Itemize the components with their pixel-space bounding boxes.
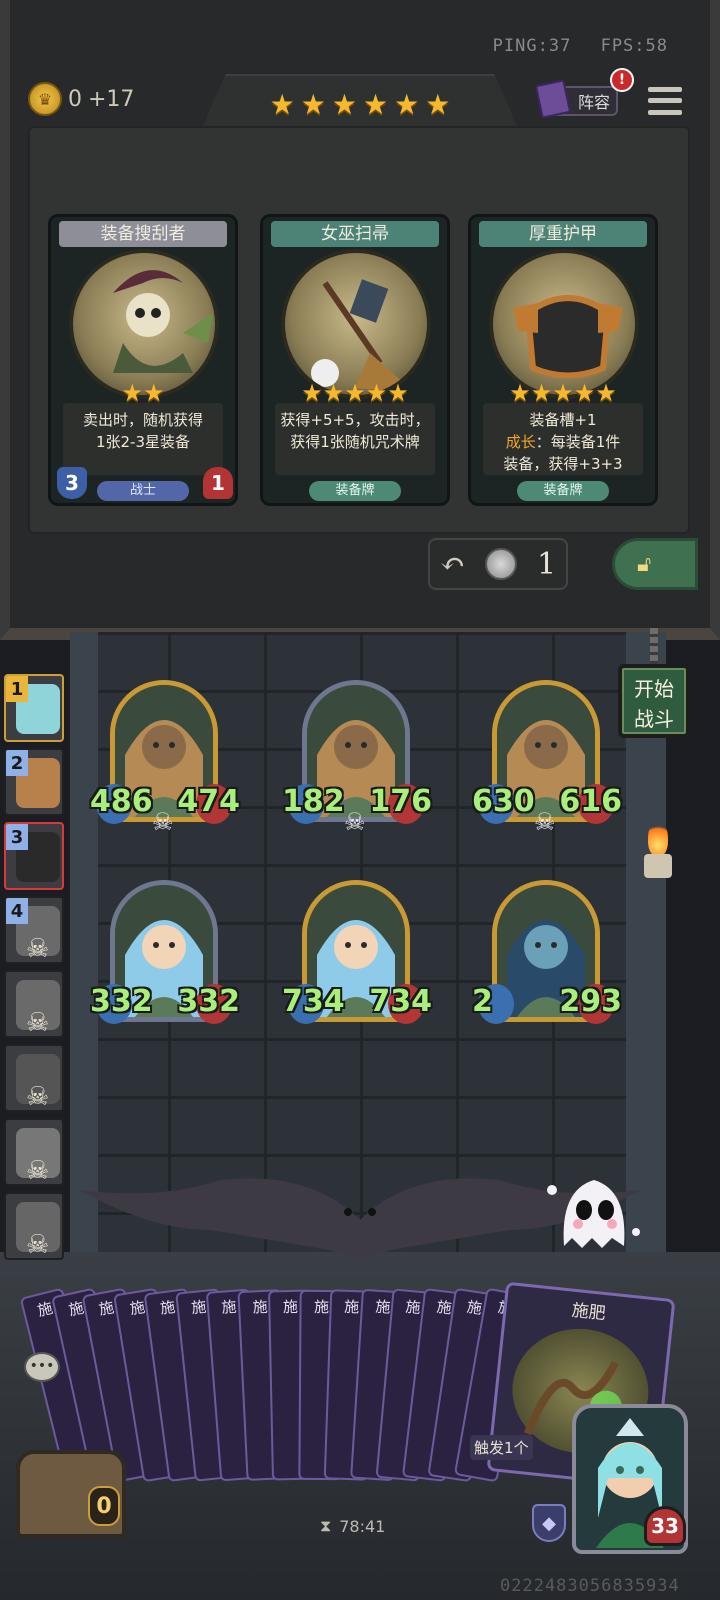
- gold-income: +17: [88, 86, 135, 112]
- board-unit[interactable]: 734 734: [282, 880, 432, 1030]
- unit-health: 734: [369, 984, 432, 1019]
- star-icon: ★: [425, 87, 451, 121]
- skull-icon: ☠: [26, 934, 50, 964]
- star-icon: ★: [331, 87, 357, 121]
- shield-icon[interactable]: ◆: [532, 1504, 566, 1542]
- star-icon: ★: [363, 87, 389, 121]
- chain-decoration: [650, 628, 658, 666]
- skull-icon: ☠: [152, 808, 174, 836]
- chat-bubble-icon[interactable]: •••: [24, 1352, 60, 1382]
- goblin-scavenger-art: [69, 249, 219, 399]
- skull-icon: ☠: [344, 808, 366, 836]
- card-type-tag: 装备牌: [309, 481, 401, 501]
- unit-health: 176: [369, 784, 432, 819]
- padlock-icon: 🔓︎: [637, 551, 652, 577]
- opponent-rank: 1: [6, 676, 28, 702]
- card-type-tag: 装备牌: [517, 481, 609, 501]
- undo-arrow-icon: ↶: [439, 546, 466, 582]
- refresh-cost: 1: [536, 546, 557, 582]
- crown-coin-icon: ♛: [28, 82, 62, 116]
- hourglass-icon: ⧗: [320, 1516, 332, 1535]
- opponent-slot[interactable]: ☠: [4, 1044, 64, 1112]
- ping-readout: PING:37: [492, 36, 572, 56]
- opponent-slot[interactable]: 3: [4, 822, 64, 890]
- board-unit[interactable]: 332 332: [90, 880, 240, 1030]
- card-description: 获得+5+5，攻击时， 获得1张随机咒术牌: [275, 403, 435, 475]
- hero-health: 33: [644, 1506, 686, 1546]
- opponent-rank: 2: [6, 750, 28, 776]
- unit-attack: 2: [472, 984, 493, 1019]
- board-unit[interactable]: 630 616 ☠: [472, 680, 622, 836]
- opponent-slot[interactable]: ☠: [4, 1118, 64, 1186]
- shop-card-equipment-scavenger[interactable]: 装备搜刮者 ★★ 卖出时，随机获得 1张2-3星装备 战士 3 1: [48, 214, 238, 506]
- gold-amount: 0: [68, 86, 82, 112]
- refresh-shop-button[interactable]: ↶ 1: [428, 538, 568, 590]
- unit-attack: 630: [472, 784, 535, 819]
- card-title: 装备搜刮者: [59, 221, 227, 247]
- alert-badge: !: [610, 68, 634, 92]
- unit-attack: 734: [282, 984, 345, 1019]
- ghost-pet-icon[interactable]: [546, 1160, 642, 1256]
- unit-attack: 332: [90, 984, 153, 1019]
- gold-display: ♛ 0 +17: [28, 82, 134, 116]
- network-status: PING:37 FPS:58: [475, 36, 668, 56]
- round-timer: ⧗ 78:41: [320, 1516, 385, 1536]
- unit-health: 293: [559, 984, 622, 1019]
- lock-shop-button[interactable]: 🔓︎: [612, 538, 698, 590]
- heavy-armor-art: [489, 249, 639, 399]
- attack-badge: 3: [57, 467, 87, 499]
- lineup-label: 阵容: [577, 93, 610, 112]
- torch-icon: [640, 820, 676, 880]
- unit-health: 332: [177, 984, 240, 1019]
- board-unit[interactable]: 2 293: [472, 880, 622, 1030]
- skull-icon: ☠: [26, 1230, 50, 1260]
- board-unit[interactable]: 486 474 ☠: [90, 680, 240, 836]
- unit-attack: 486: [90, 784, 153, 819]
- menu-button[interactable]: [648, 84, 682, 118]
- opponent-rank: 4: [6, 898, 28, 924]
- health-badge: 1: [203, 467, 233, 499]
- chest-counter: 0: [88, 1486, 120, 1526]
- opponent-slot[interactable]: 2: [4, 748, 64, 816]
- skull-icon: ☠: [26, 1008, 50, 1038]
- star-icon: ★: [300, 87, 326, 121]
- skull-icon: ☠: [534, 808, 556, 836]
- skull-icon: ☠: [26, 1082, 50, 1112]
- unit-health: 474: [177, 784, 240, 819]
- shop-card-witch-broom[interactable]: 女巫扫帚 ★★★★★ 获得+5+5，攻击时， 获得1张随机咒术牌 装备牌: [260, 214, 450, 506]
- card-trigger-text: 触发1个: [470, 1435, 533, 1461]
- witch-broom-art: [281, 249, 431, 399]
- opponent-rank: 3: [6, 824, 28, 850]
- opponent-slot[interactable]: ☠: [4, 1192, 64, 1260]
- opponent-slot[interactable]: ☠: [4, 970, 64, 1038]
- fps-readout: FPS:58: [600, 36, 668, 56]
- card-title: 女巫扫帚: [271, 221, 439, 247]
- card-title: 厚重护甲: [479, 221, 647, 247]
- treasure-chest[interactable]: 0: [6, 1420, 138, 1550]
- start-battle-button[interactable]: 开始 战斗: [618, 664, 690, 738]
- shop-card-heavy-armor[interactable]: 厚重护甲 ★★★★★ 装备槽+1 成长：每装备1件 装备，获得+3+3 装备牌: [468, 214, 658, 506]
- silver-coin-icon: [485, 548, 518, 580]
- card-description: 卖出时，随机获得 1张2-3星装备: [63, 403, 223, 475]
- unit-health: 616: [559, 784, 622, 819]
- board-unit[interactable]: 182 176 ☠: [282, 680, 432, 836]
- star-icon: ★: [394, 87, 420, 121]
- opponent-slot[interactable]: 4 ☠: [4, 896, 64, 964]
- star-icon: ★: [269, 87, 295, 121]
- skull-icon: ☠: [26, 1156, 50, 1186]
- shop-tier-stars: ★ ★ ★ ★ ★ ★: [200, 74, 520, 132]
- user-id: 0222483056835934: [500, 1576, 680, 1596]
- timer-value: 78:41: [339, 1516, 386, 1536]
- unit-attack: 182: [282, 784, 345, 819]
- card-type-tag: 战士: [97, 481, 189, 501]
- card-description: 装备槽+1 成长：每装备1件 装备，获得+3+3: [483, 403, 643, 475]
- opponent-slot[interactable]: 1: [4, 674, 64, 742]
